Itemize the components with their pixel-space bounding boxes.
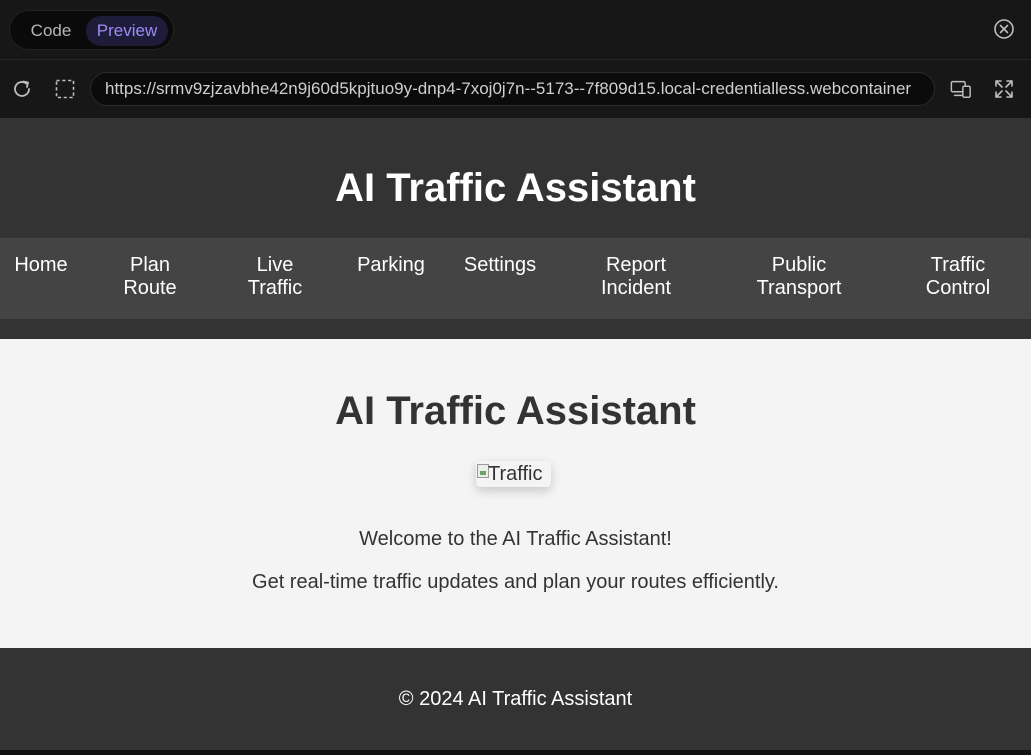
nav-report-incident[interactable]: Report Incident <box>594 254 678 300</box>
code-tab[interactable]: Code <box>16 16 86 46</box>
main-nav: Home Plan Route Live Traffic Parking Set… <box>0 238 1031 319</box>
image-alt-text: Traffic <box>488 463 543 485</box>
nav-public-transport[interactable]: Public Transport <box>749 254 849 300</box>
nav-parking[interactable]: Parking <box>352 254 430 277</box>
nav-label: Live <box>256 254 294 276</box>
nav-plan-route[interactable]: Plan Route <box>115 254 185 300</box>
url-input[interactable]: https://srmv9zjzavbhe42n9j60d5kpjtuo9y-d… <box>90 72 935 106</box>
nav-label: Incident <box>600 277 672 299</box>
nav-label: Parking <box>357 254 425 276</box>
preview-tab[interactable]: Preview <box>86 16 168 46</box>
reload-icon[interactable] <box>11 78 33 100</box>
nav-label: Report <box>605 254 667 276</box>
nav-traffic-control[interactable]: Traffic Control <box>918 254 998 300</box>
url-text: https://srmv9zjzavbhe42n9j60d5kpjtuo9y-d… <box>105 79 912 98</box>
main-title: AI Traffic Assistant <box>335 389 696 433</box>
tagline-text: Get real-time traffic updates and plan y… <box>252 571 779 593</box>
select-element-icon[interactable] <box>54 78 76 100</box>
close-icon[interactable] <box>993 18 1015 40</box>
site-footer: © 2024 AI Traffic Assistant <box>0 648 1031 750</box>
site-title: AI Traffic Assistant <box>335 166 696 210</box>
nav-label: Home <box>14 254 68 276</box>
nav-label: Traffic <box>930 254 986 276</box>
main-content: AI Traffic Assistant Traffic Welcome to … <box>0 339 1031 648</box>
welcome-text: Welcome to the AI Traffic Assistant! <box>359 528 672 550</box>
site-header: AI Traffic Assistant Home Plan Route Liv… <box>0 118 1031 339</box>
traffic-image: Traffic <box>476 461 551 487</box>
footer-copyright: © 2024 AI Traffic Assistant <box>398 688 633 710</box>
device-preview-icon[interactable] <box>950 78 972 100</box>
nav-label: Traffic <box>247 277 303 299</box>
browser-preview-window: Code Preview https://srmv9zjzavbhe42n9j6… <box>0 0 1031 755</box>
nav-label: Public <box>771 254 827 276</box>
view-toggle: Code Preview <box>9 10 174 50</box>
fullscreen-icon[interactable] <box>993 78 1015 100</box>
nav-label: Settings <box>463 254 537 276</box>
web-page: AI Traffic Assistant Home Plan Route Liv… <box>0 118 1031 750</box>
nav-label: Plan <box>129 254 171 276</box>
nav-live-traffic[interactable]: Live Traffic <box>240 254 310 300</box>
nav-label: Route <box>123 277 177 299</box>
nav-label: Transport <box>756 277 842 299</box>
nav-label: Control <box>925 277 991 299</box>
nav-home[interactable]: Home <box>10 254 72 277</box>
address-bar: https://srmv9zjzavbhe42n9j60d5kpjtuo9y-d… <box>0 60 1031 118</box>
nav-settings[interactable]: Settings <box>460 254 540 277</box>
top-toolbar: Code Preview <box>0 0 1031 60</box>
